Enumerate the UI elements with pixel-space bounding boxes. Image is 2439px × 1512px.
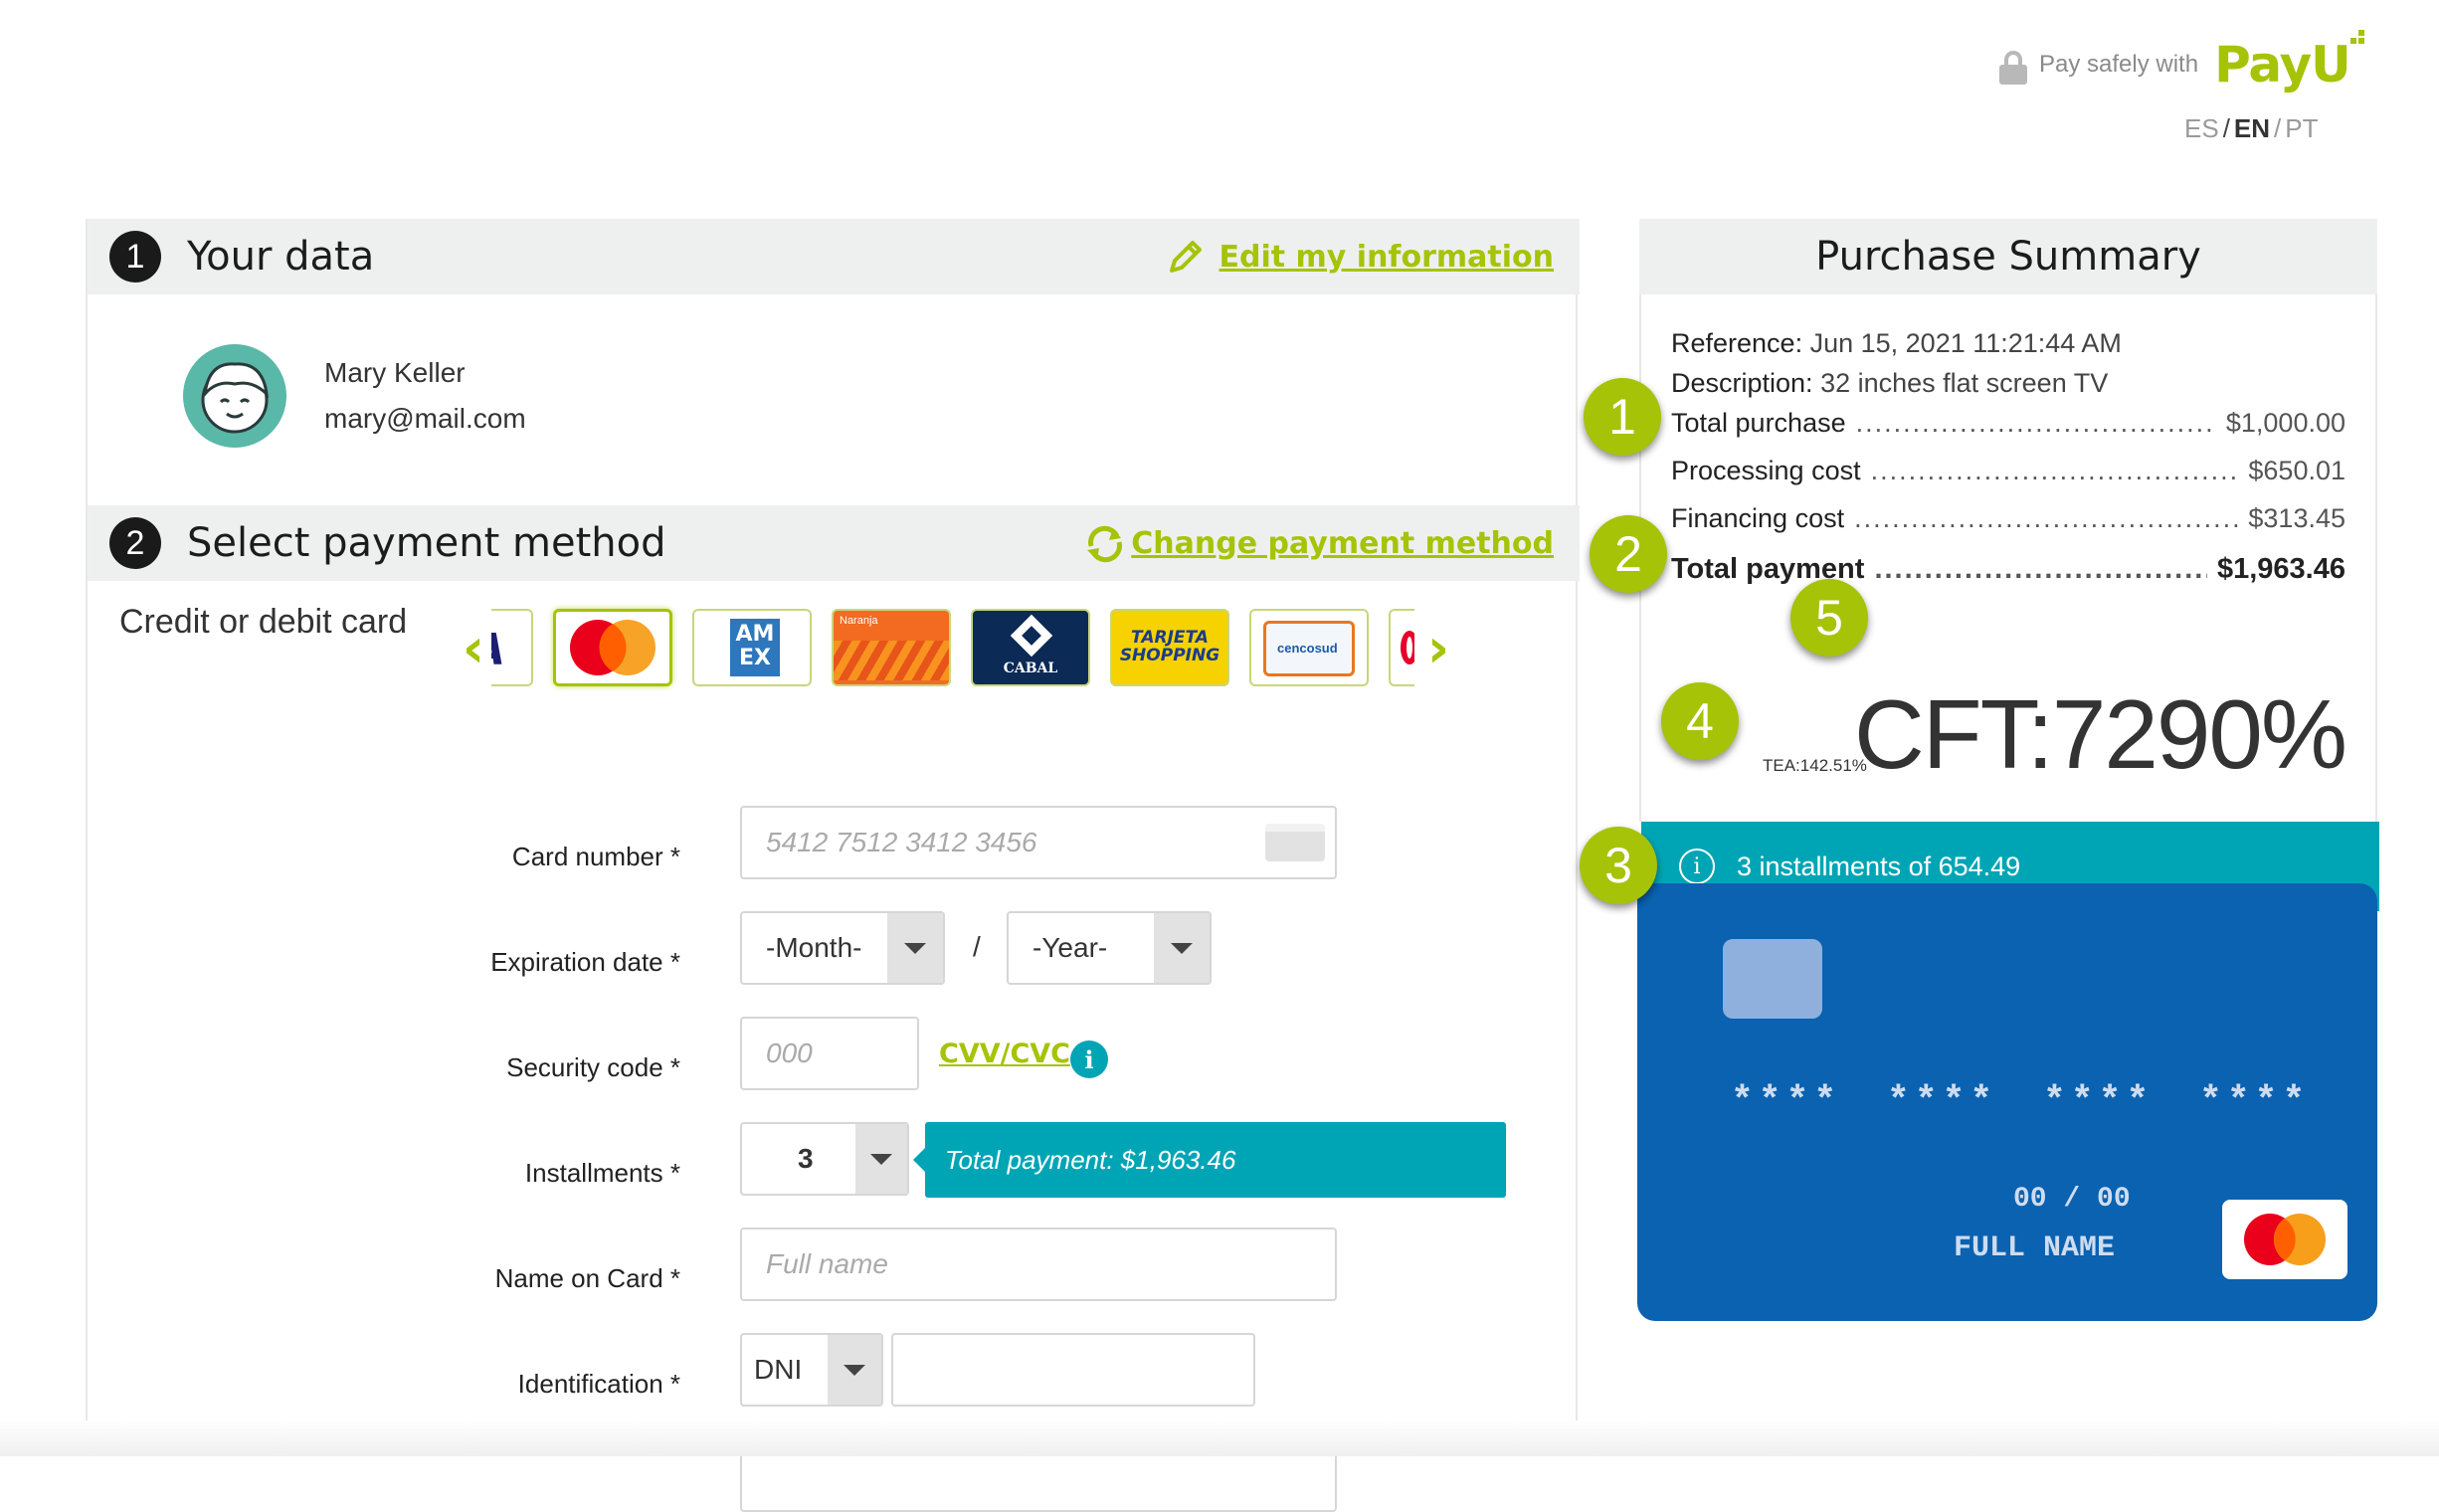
pencil-icon — [1169, 241, 1202, 273]
user-details: Mary Keller mary@mail.com — [324, 350, 526, 442]
summary-title: Purchase Summary — [1639, 219, 2377, 294]
checkout-form-panel: 1 Your data Edit my information Mary Kel… — [86, 219, 1580, 1512]
credit-card-icon — [1265, 824, 1325, 861]
financing-cost-line: Financing cost$313.45 — [1671, 503, 2345, 534]
card-chip — [1723, 939, 1822, 1019]
card-option-mastercard[interactable] — [553, 609, 672, 686]
date-separator: / — [973, 931, 981, 962]
card-number-input[interactable]: 5412 7512 3412 3456 — [740, 806, 1337, 879]
lock-icon — [1999, 51, 2027, 85]
payment-method-label: Credit or debit card — [119, 603, 408, 641]
processing-cost-line: Processing cost$650.01 — [1671, 456, 2345, 486]
mastercard-logo — [2222, 1200, 2347, 1279]
chevron-down-icon — [887, 913, 943, 983]
card-option-tarjeta-shopping[interactable]: TARJETA SHOPPING — [1110, 609, 1229, 686]
identification-label: Identification * — [517, 1369, 680, 1399]
info-icon[interactable]: i — [1070, 1040, 1108, 1078]
card-option-amex[interactable]: AM EX — [692, 609, 812, 686]
user-name: Mary Keller — [324, 357, 466, 388]
annotation-marker-5: 5 — [1790, 579, 1868, 657]
installments-info-text: 3 installments of 654.49 — [1737, 850, 2021, 881]
card-number-label: Card number * — [511, 842, 680, 871]
year-select[interactable]: -Year- — [1007, 911, 1212, 985]
section-title: Your data — [187, 234, 375, 280]
security-code-label: Security code * — [506, 1052, 680, 1082]
refresh-icon — [1087, 525, 1123, 563]
id-type-select[interactable]: DNI — [740, 1333, 883, 1407]
summary-body: Reference: Jun 15, 2021 11:21:44 AM Desc… — [1580, 294, 2379, 911]
lang-en[interactable]: EN — [2234, 113, 2270, 143]
total-purchase-line: Total purchase$1,000.00 — [1671, 408, 2345, 439]
payment-method-header: 2 Select payment method Change payment m… — [88, 505, 1580, 581]
your-data-header: 1 Your data Edit my information — [88, 219, 1580, 294]
bottom-shadow — [0, 1420, 2439, 1456]
avatar — [183, 344, 286, 448]
chevron-right-icon[interactable]: › — [1420, 617, 1456, 679]
card-preview-number: **** **** **** **** — [1731, 1080, 2311, 1123]
annotation-marker-2: 2 — [1590, 515, 1667, 593]
annotation-marker-4: 4 — [1661, 682, 1739, 760]
installments-total-badge: Total payment: $1,963.46 — [913, 1122, 1506, 1198]
expiration-label: Expiration date * — [490, 947, 680, 977]
chevron-down-icon — [828, 1335, 881, 1405]
installments-label: Installments * — [524, 1158, 680, 1188]
cvv-help-link[interactable]: CVV/CVC — [939, 1039, 1070, 1069]
language-switcher: ES / EN / PT — [2184, 113, 2319, 143]
lang-pt[interactable]: PT — [2285, 113, 2318, 143]
name-on-card-label: Name on Card * — [494, 1263, 680, 1293]
payu-logo: PayU — [2214, 30, 2364, 94]
card-brand-carousel: ‹ A AMEX Naranja CABAL TARJETASHOPPING c… — [456, 609, 1456, 686]
reference-line: Reference: Jun 15, 2021 11:21:44 AM — [1671, 328, 2122, 358]
card-option-naranja[interactable]: Naranja — [832, 609, 951, 686]
card-option-visa[interactable]: A — [491, 609, 533, 686]
card-option-cencosud[interactable]: cencosud — [1249, 609, 1369, 686]
security-code-input[interactable]: 000 — [740, 1017, 919, 1090]
pay-safely-text: Pay safely with — [2039, 51, 2199, 78]
user-info-row: Mary Keller mary@mail.com — [183, 344, 526, 448]
step-number: 2 — [109, 517, 161, 569]
annotation-marker-3: 3 — [1580, 827, 1657, 904]
card-preview-holder: FULL NAME — [1954, 1231, 2116, 1265]
change-payment-method-link[interactable]: Change payment method — [1079, 505, 1554, 581]
card-option-cabal[interactable]: CABAL — [971, 609, 1090, 686]
chevron-down-icon — [855, 1124, 907, 1194]
annotation-marker-1: 1 — [1584, 378, 1661, 456]
month-select[interactable]: -Month- — [740, 911, 945, 985]
lang-es[interactable]: ES — [2184, 113, 2219, 143]
installments-select[interactable]: 3 — [740, 1122, 909, 1196]
info-icon: i — [1679, 849, 1715, 884]
step-number: 1 — [109, 231, 161, 283]
id-number-input[interactable] — [891, 1333, 1255, 1407]
user-email: mary@mail.com — [324, 403, 526, 434]
section-title: Select payment method — [187, 520, 666, 566]
chevron-left-icon[interactable]: ‹ — [456, 617, 491, 679]
purchase-summary: Purchase Summary Reference: Jun 15, 2021… — [1580, 219, 2379, 911]
tea-rate: TEA:142.51% — [1763, 756, 1867, 775]
cft-rate: CFT:7290% — [1853, 679, 2347, 789]
edit-information-link[interactable]: Edit my information — [1166, 219, 1554, 294]
card-preview: **** **** **** **** 00 / 00 FULL NAME — [1637, 883, 2377, 1321]
chevron-down-icon — [1154, 913, 1210, 983]
card-option-other[interactable] — [1389, 609, 1414, 686]
total-payment-line: Total payment$1,963.46 — [1671, 553, 2345, 586]
name-on-card-input[interactable]: Full name — [740, 1228, 1337, 1301]
pay-safely-badge: Pay safely with PayU — [1999, 30, 2364, 99]
description-line: Description: 32 inches flat screen TV — [1671, 368, 2109, 398]
card-preview-expiry: 00 / 00 — [2013, 1184, 2131, 1215]
card-number-placeholder: 5412 7512 3412 3456 — [766, 827, 1037, 857]
